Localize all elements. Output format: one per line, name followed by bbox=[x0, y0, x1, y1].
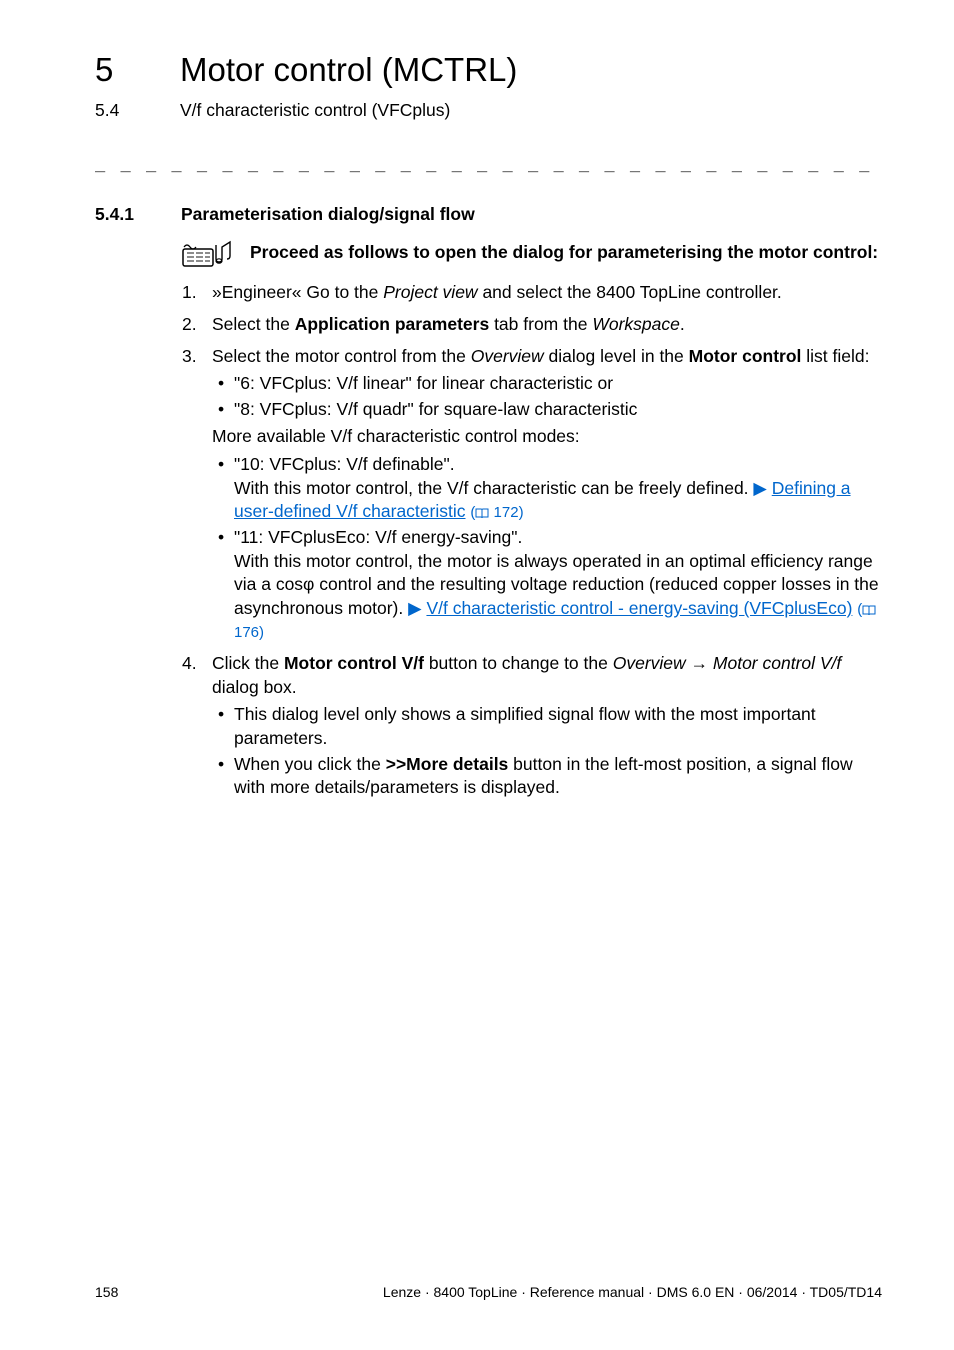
section-number: 5.4 bbox=[95, 99, 125, 123]
step-number: 1. bbox=[182, 281, 197, 305]
step-item: 1. »Engineer« Go to the Project view and… bbox=[182, 281, 882, 305]
procedure-icon bbox=[182, 239, 240, 274]
note-text: More available V/f characteristic contro… bbox=[212, 425, 882, 449]
chapter-number: 5 bbox=[95, 48, 125, 93]
step-text: Click the Motor control V/f button to ch… bbox=[212, 653, 841, 697]
step-number: 3. bbox=[182, 345, 197, 369]
chapter-title: Motor control (MCTRL) bbox=[180, 48, 517, 93]
bullet-item: When you click the >>More details button… bbox=[212, 753, 882, 800]
bullet-item: "10: VFCplus: V/f definable". With this … bbox=[212, 453, 882, 524]
lead-text: Proceed as follows to open the dialog fo… bbox=[250, 241, 878, 265]
divider-line: _ _ _ _ _ _ _ _ _ _ _ _ _ _ _ _ _ _ _ _ … bbox=[95, 152, 882, 175]
subsection-number: 5.4.1 bbox=[95, 203, 137, 227]
link-arrow-icon: ▶ bbox=[753, 478, 771, 498]
footer-text: Lenze · 8400 TopLine · Reference manual … bbox=[383, 1283, 882, 1302]
step-item: 2. Select the Application parameters tab… bbox=[182, 313, 882, 337]
bullet-item: "11: VFCplusEco: V/f energy-saving". Wit… bbox=[212, 526, 882, 644]
step-text: Select the motor control from the Overvi… bbox=[212, 346, 869, 366]
book-icon bbox=[862, 605, 876, 616]
bullet-item: This dialog level only shows a simplifie… bbox=[212, 703, 882, 750]
bullet-item: "8: VFCplus: V/f quadr" for square-law c… bbox=[212, 398, 882, 422]
link-arrow-icon: ▶ bbox=[408, 598, 426, 618]
step-number: 4. bbox=[182, 652, 197, 676]
page-reference[interactable]: ( 172) bbox=[470, 504, 523, 521]
step-text: »Engineer« Go to the Project view and se… bbox=[212, 282, 782, 302]
page-number: 158 bbox=[95, 1283, 118, 1302]
step-number: 2. bbox=[182, 313, 197, 337]
step-text: Select the Application parameters tab fr… bbox=[212, 314, 685, 334]
step-item: 3. Select the motor control from the Ove… bbox=[182, 345, 882, 645]
cross-reference-link[interactable]: V/f characteristic control - energy-savi… bbox=[426, 598, 852, 618]
subsection-title: Parameterisation dialog/signal flow bbox=[181, 203, 475, 227]
step-item: 4. Click the Motor control V/f button to… bbox=[182, 652, 882, 800]
book-icon bbox=[475, 508, 489, 519]
section-title: V/f characteristic control (VFCplus) bbox=[180, 99, 450, 123]
bullet-item: "6: VFCplus: V/f linear" for linear char… bbox=[212, 372, 882, 396]
